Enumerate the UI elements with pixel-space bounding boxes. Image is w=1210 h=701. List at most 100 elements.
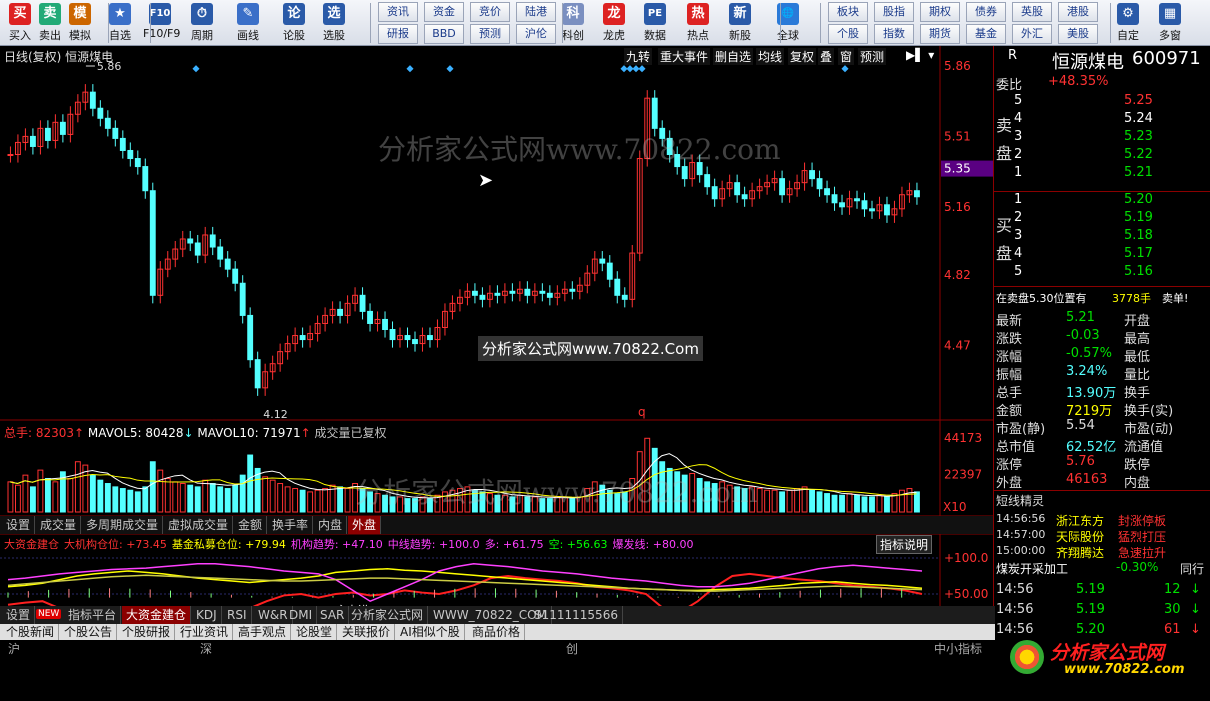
bid-row-cell: 5 bbox=[1014, 264, 1023, 279]
stat-row: 涨停 5.76 跌停 bbox=[994, 454, 1210, 473]
toolbar-link-资金[interactable]: 资金 bbox=[424, 2, 464, 22]
volume-bar bbox=[232, 484, 239, 513]
indicator-help[interactable]: 指标说明 bbox=[876, 535, 933, 554]
bottom-tab-6[interactable]: DMI bbox=[285, 606, 318, 624]
ask-row-cell: 5.25 bbox=[1124, 93, 1153, 108]
bottom-tab-7[interactable]: SAR bbox=[316, 606, 350, 624]
bottom-tab-8[interactable]: 分析家公式网 bbox=[347, 606, 429, 624]
candle bbox=[831, 194, 838, 204]
toolbar-link-预测[interactable]: 预测 bbox=[470, 24, 510, 44]
tab-换手率[interactable]: 换手率 bbox=[268, 516, 314, 534]
bottom-tab-3[interactable]: KDJ bbox=[192, 606, 222, 624]
toolbar-btn-12[interactable]: 热热点 bbox=[681, 2, 715, 44]
toolbar-btn-14[interactable]: 🌐 全球 bbox=[771, 2, 805, 44]
tick-row: 14:56 5.19 12 ↓ bbox=[994, 582, 1210, 600]
news-tab-4[interactable]: 高手观点 bbox=[234, 624, 292, 640]
chart-menu-arrow[interactable]: ▶▌ ▾ bbox=[906, 48, 934, 62]
tab-设置[interactable]: 设置 bbox=[2, 516, 36, 534]
toolbar-link-BBD[interactable]: BBD bbox=[424, 24, 464, 44]
toolbar-btn-13[interactable]: 新新股 bbox=[723, 2, 757, 44]
toolbar-link-研报[interactable]: 研报 bbox=[378, 24, 418, 44]
news-tab-3[interactable]: 行业资讯 bbox=[176, 624, 234, 640]
toolbar-market-期货[interactable]: 期货 bbox=[920, 24, 960, 44]
tab-虚拟成交量[interactable]: 虚拟成交量 bbox=[164, 516, 234, 534]
toolbar-btn-5[interactable]: ⏱ 周期 bbox=[185, 2, 219, 44]
toolbar-btn-6[interactable]: ✎ 画线 bbox=[231, 2, 265, 44]
quote-sep bbox=[994, 286, 1210, 287]
stat-row-cell: 5.54 bbox=[1066, 418, 1095, 433]
toolbar-link-陆港[interactable]: 陆港 bbox=[516, 2, 556, 22]
status-0: 沪 bbox=[8, 642, 21, 656]
volume-bar bbox=[127, 489, 134, 513]
news-tab-5[interactable]: 论股堂 bbox=[292, 624, 338, 640]
toolbar-btn-4[interactable]: F10 F10/F9 bbox=[143, 2, 180, 44]
stat-row: 市盈(静) 5.54 市盈(动) bbox=[994, 418, 1210, 437]
toolbar-btn-0[interactable]: 买买入 bbox=[3, 2, 37, 44]
tab-内盘[interactable]: 内盘 bbox=[314, 516, 348, 534]
toolbar-market-股指[interactable]: 股指 bbox=[874, 2, 914, 22]
toolbar-btn-8[interactable]: 选选股 bbox=[317, 2, 351, 44]
tick-row-cell: ↓ bbox=[1190, 602, 1201, 617]
toolbar-icon-4: F10 bbox=[149, 3, 171, 25]
tab-外盘[interactable]: 外盘 bbox=[348, 516, 382, 534]
toolbar-btn-11[interactable]: PE 数据 bbox=[638, 2, 672, 44]
quote-notice-cell: 在卖盘5.30位置有 bbox=[996, 292, 1087, 305]
bottom-tab-0[interactable]: 设置 bbox=[2, 606, 36, 624]
volume-bar bbox=[239, 474, 246, 513]
chart-tool-2[interactable]: 删自选 bbox=[713, 48, 754, 65]
chart-tool-1[interactable]: 重大事件 bbox=[658, 48, 711, 65]
stat-row-cell: 内盘 bbox=[1124, 476, 1151, 491]
toolbar-btn-10[interactable]: 龙龙虎 bbox=[597, 2, 631, 44]
toolbar-market-个股[interactable]: 个股 bbox=[828, 24, 868, 44]
toolbar-market-美股[interactable]: 美股 bbox=[1058, 24, 1098, 44]
toolbar-btn-2[interactable]: 模模拟 bbox=[63, 2, 97, 44]
toolbar-market-英股[interactable]: 英股 bbox=[1012, 2, 1052, 22]
toolbar-btn-15[interactable]: ⚙ 自定 bbox=[1111, 2, 1145, 44]
chart-tool-7[interactable]: 预测 bbox=[858, 48, 887, 65]
sector-row-cell: 同行 bbox=[1180, 562, 1205, 576]
chart-tool-0[interactable]: 九转 bbox=[624, 48, 653, 65]
candle bbox=[546, 292, 553, 298]
chart-tool-5[interactable]: 叠 bbox=[818, 48, 835, 65]
news-tab-8[interactable]: 商品价格 bbox=[468, 624, 526, 640]
chart-tool-6[interactable]: 窗 bbox=[838, 48, 855, 65]
toolbar-market-板块[interactable]: 板块 bbox=[828, 2, 868, 22]
event-marker: q bbox=[638, 405, 646, 419]
bid-row-cell: 2 bbox=[1014, 210, 1023, 225]
bottom-tab-1[interactable]: 指标平台 bbox=[64, 606, 122, 624]
tab-成交量[interactable]: 成交量 bbox=[36, 516, 82, 534]
bottom-tab-2[interactable]: 大资金建仓 bbox=[122, 606, 192, 624]
toolbar-link-资讯[interactable]: 资讯 bbox=[378, 2, 418, 22]
candle bbox=[404, 335, 411, 341]
tab-多周期成交量[interactable]: 多周期成交量 bbox=[82, 516, 164, 534]
toolbar-market-港股[interactable]: 港股 bbox=[1058, 2, 1098, 22]
toolbar-btn-16[interactable]: ▦ 多窗 bbox=[1153, 2, 1187, 44]
candle bbox=[509, 290, 516, 294]
news-tab-2[interactable]: 个股研报 bbox=[118, 624, 176, 640]
news-tab-6[interactable]: 关联报价 bbox=[338, 624, 396, 640]
news-tab-0[interactable]: 个股新闻 bbox=[2, 624, 60, 640]
toolbar-market-指数[interactable]: 指数 bbox=[874, 24, 914, 44]
toolbar-btn-1[interactable]: 卖卖出 bbox=[33, 2, 67, 44]
chart-tool-3[interactable]: 均线 bbox=[756, 48, 785, 65]
toolbar-market-债券[interactable]: 债券 bbox=[966, 2, 1006, 22]
ask-row: 5 5.25 bbox=[994, 93, 1210, 111]
chart-tool-4[interactable]: 复权 bbox=[788, 48, 817, 65]
news-tab-1[interactable]: 个股公告 bbox=[60, 624, 118, 640]
candle bbox=[89, 91, 96, 109]
toolbar-icon-12: 热 bbox=[687, 3, 709, 25]
sprite-row-cell: 浙江东方 bbox=[1056, 514, 1105, 528]
status-1: 深 bbox=[200, 642, 213, 656]
toolbar-market-外汇[interactable]: 外汇 bbox=[1012, 24, 1052, 44]
tab-金额[interactable]: 金额 bbox=[234, 516, 268, 534]
toolbar-link-竞价[interactable]: 竞价 bbox=[470, 2, 510, 22]
ask-row-cell: 1 bbox=[1014, 165, 1023, 180]
toolbar-market-基金[interactable]: 基金 bbox=[966, 24, 1006, 44]
toolbar-btn-7[interactable]: 论论股 bbox=[277, 2, 311, 44]
news-tab-7[interactable]: AI相似个股 bbox=[396, 624, 465, 640]
toolbar-link-沪伦[interactable]: 沪伦 bbox=[516, 24, 556, 44]
bottom-tab-4[interactable]: RSI bbox=[223, 606, 252, 624]
bottom-tab-10[interactable]: S1111115566 bbox=[530, 606, 623, 624]
kline-chart[interactable]: 5.86 5.51 5.35 5.16 4.82 4.47 5.86 4.12 q 44173 22… bbox=[0, 46, 995, 656]
toolbar-market-期权[interactable]: 期权 bbox=[920, 2, 960, 22]
